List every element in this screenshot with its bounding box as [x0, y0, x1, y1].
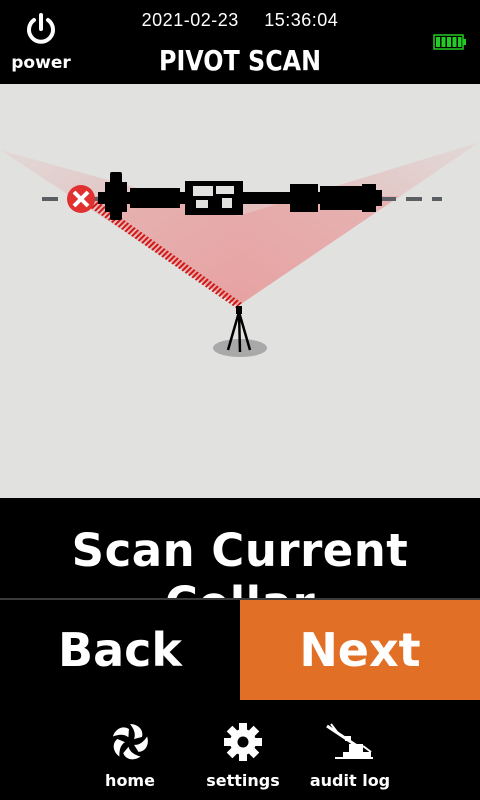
time-text: 15:36:04	[264, 10, 339, 30]
datetime: 2021-02-23 15:36:04	[0, 10, 480, 31]
date-text: 2021-02-23	[141, 10, 239, 30]
home-icon	[112, 724, 148, 760]
nav-item-audit-log[interactable]: audit log	[300, 722, 400, 790]
next-button-label: Next	[299, 623, 421, 677]
nav-label-audit-log: audit log	[309, 771, 391, 790]
nav-item-home[interactable]: home	[80, 722, 180, 790]
back-button[interactable]: Back	[0, 600, 240, 700]
nav-label-settings: settings	[206, 771, 280, 790]
scan-illustration	[0, 84, 480, 498]
drill-rig-icon	[326, 723, 373, 759]
nav-item-settings[interactable]: settings	[193, 722, 293, 790]
scan-diagram	[0, 142, 480, 357]
tripod-scanner-icon	[213, 306, 267, 357]
nav-label-home: home	[105, 771, 155, 790]
error-x-icon	[67, 185, 95, 213]
gear-icon	[224, 723, 262, 761]
battery-full-icon	[433, 34, 466, 50]
next-button[interactable]: Next	[240, 600, 480, 700]
back-button-label: Back	[58, 623, 182, 677]
page-title: PIVOT SCAN	[158, 44, 322, 77]
